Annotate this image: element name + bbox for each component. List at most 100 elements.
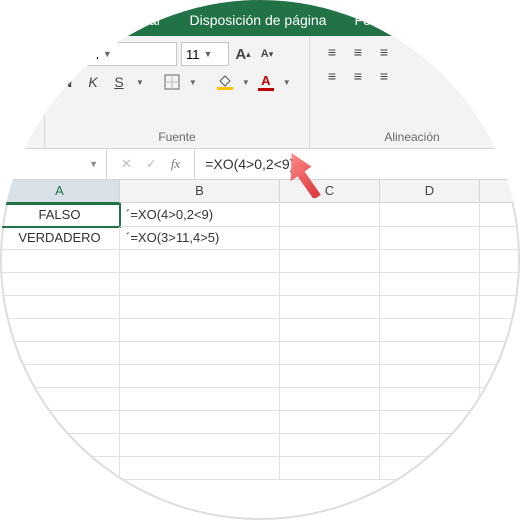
align-middle-button[interactable]: ≡ (348, 42, 368, 62)
tab-page-layout[interactable]: Disposición de página (175, 4, 340, 36)
cell-A3[interactable] (0, 250, 120, 273)
bold-button[interactable]: N (57, 72, 77, 92)
cell-C5[interactable] (280, 296, 380, 319)
tab-formulas[interactable]: Fórmulas (340, 4, 426, 36)
cell-D9[interactable] (380, 388, 480, 411)
cell-A11[interactable] (0, 434, 120, 457)
underline-button[interactable]: S (109, 72, 129, 92)
cell-D1[interactable] (380, 204, 480, 227)
cell-D6[interactable] (380, 319, 480, 342)
cell-B11[interactable] (120, 434, 280, 457)
cell-A6[interactable] (0, 319, 120, 342)
cell-C6[interactable] (280, 319, 380, 342)
borders-button[interactable] (162, 72, 182, 92)
align-top-button[interactable]: ≡ (322, 42, 342, 62)
cell-E2[interactable] (480, 227, 520, 250)
enter-formula-button[interactable]: ✓ (146, 156, 157, 172)
italic-button[interactable]: K (83, 72, 103, 92)
cell-C10[interactable] (280, 411, 380, 434)
cell-B3[interactable] (120, 250, 280, 273)
formula-bar: A1 ▼ ✕ ✓ fx (0, 149, 520, 180)
cell-C7[interactable] (280, 342, 380, 365)
bucket-icon (218, 75, 232, 87)
ribbon-tabstrip: Insertar Disposición de página Fórmulas (0, 0, 520, 36)
grow-font-button[interactable]: A▴ (233, 44, 253, 64)
cell-A4[interactable] (0, 273, 120, 296)
column-header-C[interactable]: C (280, 180, 380, 203)
cell-E1[interactable] (480, 204, 520, 227)
cell-E9[interactable] (480, 388, 520, 411)
group-label-font: Fuente (57, 128, 297, 144)
font-size-combo[interactable]: 11 ▼ (181, 42, 229, 66)
fx-button[interactable]: fx (171, 156, 180, 172)
font-color-button[interactable]: A (256, 72, 276, 92)
cell-B6[interactable] (120, 319, 280, 342)
cell-D5[interactable] (380, 296, 480, 319)
column-header-E[interactable] (480, 180, 520, 203)
worksheet-grid[interactable]: A B C D 1 FALSO ´=XO(4>0,2<9) 2 VERDADER… (0, 180, 520, 480)
chevron-down-icon: ▼ (242, 78, 250, 87)
cell-A2[interactable]: VERDADERO (0, 227, 120, 250)
cell-C8[interactable] (280, 365, 380, 388)
cell-D8[interactable] (380, 365, 480, 388)
cell-E10[interactable] (480, 411, 520, 434)
cell-C11[interactable] (280, 434, 380, 457)
cancel-formula-button[interactable]: ✕ (121, 156, 132, 172)
chevron-down-icon: ▼ (189, 78, 197, 87)
cell-E7[interactable] (480, 342, 520, 365)
cell-A5[interactable] (0, 296, 120, 319)
cell-C12[interactable] (280, 457, 380, 480)
cell-E12[interactable] (480, 457, 520, 480)
cell-E3[interactable] (480, 250, 520, 273)
tab-insert[interactable]: Insertar (100, 4, 175, 36)
chevron-down-icon: ▼ (103, 49, 112, 59)
cell-D7[interactable] (380, 342, 480, 365)
cell-C9[interactable] (280, 388, 380, 411)
cell-E4[interactable] (480, 273, 520, 296)
cell-E5[interactable] (480, 296, 520, 319)
cell-B7[interactable] (120, 342, 280, 365)
chevron-down-icon: ▼ (283, 78, 291, 87)
cell-B2[interactable]: ´=XO(3>11,4>5) (120, 227, 280, 250)
cell-B9[interactable] (120, 388, 280, 411)
cell-E11[interactable] (480, 434, 520, 457)
cell-D2[interactable] (380, 227, 480, 250)
cell-B1[interactable]: ´=XO(4>0,2<9) (120, 204, 280, 227)
shrink-font-button[interactable]: A▾ (257, 44, 277, 64)
cell-B10[interactable] (120, 411, 280, 434)
cell-A8[interactable] (0, 365, 120, 388)
cell-A7[interactable] (0, 342, 120, 365)
cell-B5[interactable] (120, 296, 280, 319)
cell-D4[interactable] (380, 273, 480, 296)
cell-C2[interactable] (280, 227, 380, 250)
column-header-A[interactable]: A (0, 180, 120, 204)
name-box[interactable]: A1 ▼ (0, 149, 107, 179)
align-left-button[interactable]: ≡ (322, 66, 342, 86)
cell-A9[interactable] (0, 388, 120, 411)
formula-input[interactable] (195, 149, 520, 179)
cell-D3[interactable] (380, 250, 480, 273)
cell-B8[interactable] (120, 365, 280, 388)
align-bottom-button[interactable]: ≡ (374, 42, 394, 62)
column-header-B[interactable]: B (120, 180, 280, 203)
cell-B12[interactable] (120, 457, 280, 480)
cell-C1[interactable] (280, 204, 380, 227)
cell-A1[interactable]: FALSO (0, 204, 120, 227)
cell-C3[interactable] (280, 250, 380, 273)
cell-E8[interactable] (480, 365, 520, 388)
cell-A12[interactable] (0, 457, 120, 480)
font-name-combo[interactable]: Calibri ▼ (57, 42, 177, 66)
cell-D10[interactable] (380, 411, 480, 434)
cell-A10[interactable] (0, 411, 120, 434)
column-header-D[interactable]: D (380, 180, 480, 203)
group-label-clipboard: tapapeles (0, 128, 32, 144)
font-size-value: 11 (186, 47, 200, 62)
cell-B4[interactable] (120, 273, 280, 296)
fill-color-button[interactable] (215, 72, 235, 92)
cell-D11[interactable] (380, 434, 480, 457)
cell-D12[interactable] (380, 457, 480, 480)
cell-E6[interactable] (480, 319, 520, 342)
cell-C4[interactable] (280, 273, 380, 296)
align-center-button[interactable]: ≡ (348, 66, 368, 86)
align-right-button[interactable]: ≡ (374, 66, 394, 86)
